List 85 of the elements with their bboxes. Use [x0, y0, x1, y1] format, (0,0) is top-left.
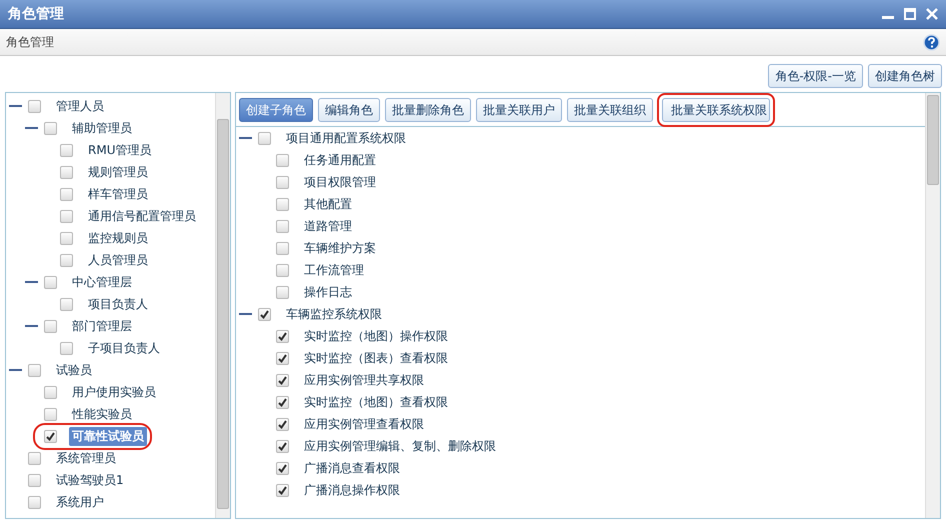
checkbox[interactable]: [60, 232, 73, 244]
toolbar-button[interactable]: 批量删除角色: [385, 98, 471, 122]
tree-item[interactable]: 操作日志: [301, 282, 355, 302]
tree-item[interactable]: 样车管理员: [85, 184, 151, 204]
tree-item[interactable]: 实时监控（图表）查看权限: [301, 348, 451, 368]
checkbox[interactable]: [60, 210, 73, 222]
tree-item[interactable]: 中心管理层: [69, 272, 135, 292]
tree-item[interactable]: 应用实例管理编辑、复制、删除权限: [301, 436, 499, 456]
tree-item[interactable]: 监控规则员: [85, 228, 151, 248]
tree-item[interactable]: 实时监控（地图）查看权限: [301, 392, 451, 412]
tree-item[interactable]: 通用信号配置管理员: [85, 206, 199, 226]
tree-item[interactable]: 应用实例管理查看权限: [301, 414, 427, 434]
tree-item[interactable]: 用户使用实验员: [69, 382, 159, 402]
checkbox[interactable]: [258, 308, 271, 320]
checkbox[interactable]: [28, 452, 41, 464]
tree-item[interactable]: 车辆维护方案: [301, 238, 379, 258]
toolbar-button[interactable]: 批量关联用户: [476, 98, 562, 122]
checkbox[interactable]: [28, 364, 41, 376]
tree-item[interactable]: 子项目负责人: [85, 338, 163, 358]
checkbox[interactable]: [276, 220, 289, 232]
checkbox[interactable]: [276, 286, 289, 298]
checkbox[interactable]: [60, 144, 73, 156]
checkbox[interactable]: [276, 352, 289, 364]
tree-item[interactable]: 可靠性试验员: [69, 426, 147, 446]
checkbox[interactable]: [44, 122, 57, 134]
checkbox[interactable]: [276, 330, 289, 342]
tree-item[interactable]: 任务通用配置: [301, 150, 379, 170]
scrollbar[interactable]: [925, 93, 940, 518]
checkbox[interactable]: [60, 254, 73, 266]
checkbox[interactable]: [276, 418, 289, 430]
tree-item[interactable]: 广播消息操作权限: [301, 480, 403, 500]
checkbox[interactable]: [276, 440, 289, 452]
checkbox[interactable]: [60, 298, 73, 310]
tree-item[interactable]: 试验员: [53, 360, 95, 380]
tree-item[interactable]: 车辆监控系统权限: [283, 304, 385, 324]
tree-item[interactable]: 项目权限管理: [301, 172, 379, 192]
tree-item[interactable]: 道路管理: [301, 216, 355, 236]
checkbox[interactable]: [258, 132, 271, 144]
page-title: 角色管理: [6, 34, 55, 50]
toolbar-button[interactable]: 批量关联组织: [567, 98, 653, 122]
checkbox[interactable]: [44, 408, 57, 420]
checkbox[interactable]: [44, 320, 57, 332]
tree-item[interactable]: 项目负责人: [85, 294, 151, 314]
help-icon[interactable]: [923, 34, 940, 50]
tree-item[interactable]: 性能实验员: [69, 404, 135, 424]
checkbox[interactable]: [276, 462, 289, 474]
tree-item[interactable]: 管理人员: [53, 96, 107, 116]
scrollbar[interactable]: [215, 93, 230, 518]
checkbox[interactable]: [276, 198, 289, 210]
checkbox[interactable]: [276, 484, 289, 496]
tree-item[interactable]: 应用实例管理共享权限: [301, 370, 427, 390]
tree-item[interactable]: 系统用户: [53, 492, 107, 512]
tree-item[interactable]: 项目通用配置系统权限: [283, 128, 409, 148]
checkbox[interactable]: [44, 386, 57, 398]
checkbox[interactable]: [28, 474, 41, 486]
checkbox[interactable]: [60, 188, 73, 200]
tree-item[interactable]: 辅助管理员: [69, 118, 135, 138]
checkbox[interactable]: [276, 176, 289, 188]
tree-item[interactable]: 系统管理员: [53, 448, 119, 468]
tree-item[interactable]: 工作流管理: [301, 260, 367, 280]
checkbox[interactable]: [60, 342, 73, 354]
checkbox[interactable]: [276, 242, 289, 254]
toolbar-button[interactable]: 创建角色树: [868, 64, 942, 88]
checkbox[interactable]: [276, 396, 289, 408]
checkbox[interactable]: [276, 154, 289, 166]
tree-item[interactable]: 其他配置: [301, 194, 355, 214]
tree-item[interactable]: 人员管理员: [85, 250, 151, 270]
toolbar-button[interactable]: 角色-权限-一览: [768, 64, 863, 88]
tree-item[interactable]: 部门管理层: [69, 316, 135, 336]
checkbox[interactable]: [60, 166, 73, 178]
checkbox[interactable]: [28, 100, 41, 112]
checkbox[interactable]: [28, 496, 41, 508]
close-icon[interactable]: [926, 8, 938, 20]
toolbar-button[interactable]: 编辑角色: [318, 98, 380, 122]
checkbox[interactable]: [44, 430, 57, 442]
checkbox[interactable]: [276, 374, 289, 386]
checkbox[interactable]: [44, 276, 57, 288]
maximize-icon[interactable]: [904, 8, 916, 20]
window-title: 角色管理: [8, 5, 65, 23]
tree-item[interactable]: RMU管理员: [85, 140, 154, 160]
tree-item[interactable]: 实时监控（地图）操作权限: [301, 326, 451, 346]
checkbox[interactable]: [276, 264, 289, 276]
tree-item[interactable]: 规则管理员: [85, 162, 151, 182]
tree-item[interactable]: 试验驾驶员1: [53, 470, 127, 490]
tree-item[interactable]: 广播消息查看权限: [301, 458, 403, 478]
